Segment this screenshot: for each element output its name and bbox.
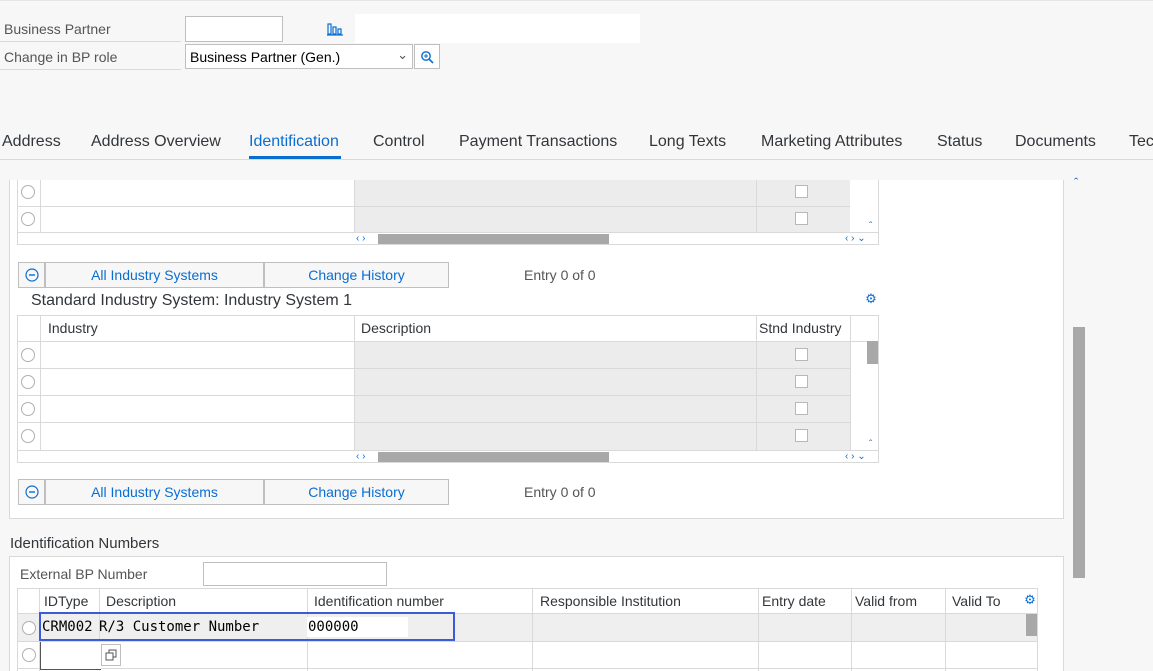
grid-grey-area [355, 342, 850, 450]
row-select-radio[interactable] [21, 429, 35, 443]
grid-row-line [18, 641, 1037, 642]
grid-row-line [18, 232, 878, 233]
grid-row-line [18, 450, 878, 451]
vertical-scrollbar-thumb[interactable] [867, 341, 878, 364]
grid-divider [40, 316, 41, 450]
grid-row-line [18, 206, 850, 207]
highlight-box [39, 612, 455, 641]
magnifier-icon [421, 50, 434, 64]
tab-technical[interactable]: Tec [1129, 133, 1153, 151]
partner-structure-icon[interactable] [325, 19, 345, 39]
tab-payment-transactions[interactable]: Payment Transactions [459, 133, 617, 151]
entry-counter: Entry 0 of 0 [524, 267, 596, 283]
vertical-scrollbar-thumb[interactable] [1026, 614, 1037, 636]
bp-number-input[interactable] [185, 16, 283, 42]
col-entry-date: Entry date [762, 593, 826, 609]
tab-address[interactable]: Address [2, 133, 61, 151]
collapse-icon [24, 485, 39, 499]
col-responsible-institution: Responsible Institution [540, 593, 681, 609]
col-valid-to: Valid To [952, 593, 1001, 609]
row-checkbox[interactable] [795, 348, 808, 361]
entry-counter-2: Entry 0 of 0 [524, 484, 596, 500]
industry-table-title: Standard Industry System: Industry Syste… [31, 292, 353, 309]
role-label: Change in BP role [4, 49, 118, 65]
grid-row-line [18, 668, 1037, 669]
external-bp-label: External BP Number [20, 566, 148, 582]
external-bp-input[interactable] [203, 562, 387, 586]
scroll-left-right-icon[interactable]: ‹ › [356, 233, 365, 244]
row-select-radio[interactable] [21, 348, 35, 362]
all-industry-systems-button-2[interactable]: All Industry Systems [45, 479, 264, 505]
scroll-left-right-icon[interactable]: ‹ › ⌄ [845, 233, 866, 244]
collapse-icon [24, 268, 39, 282]
vertical-scrollbar-thumb-main[interactable] [1073, 327, 1085, 578]
grid-divider [756, 316, 757, 450]
all-industry-systems-button[interactable]: All Industry Systems [45, 262, 264, 288]
horizontal-scrollbar-thumb[interactable] [378, 234, 609, 244]
scroll-left-right-icon[interactable]: ‹ › [356, 451, 365, 462]
scroll-left-right-icon[interactable]: ‹ › ⌄ [845, 451, 866, 462]
bp-label-row: Business Partner [0, 15, 181, 42]
tab-control[interactable]: Control [373, 133, 425, 151]
role-select-value: Business Partner (Gen.) [190, 49, 341, 65]
grid-divider [758, 589, 759, 671]
header-line [18, 341, 878, 342]
col-identification-number: Identification number [314, 593, 444, 609]
scroll-up-icon[interactable]: ˆ [869, 439, 872, 450]
tab-address-overview[interactable]: Address Overview [91, 133, 221, 151]
tab-bar: Address Address Overview Identification … [0, 120, 1153, 160]
new-idtype-input[interactable] [40, 642, 101, 670]
row-select-radio[interactable] [22, 648, 36, 662]
change-history-button[interactable]: Change History [264, 262, 449, 288]
tab-status[interactable]: Status [937, 133, 982, 151]
grid-row-line [18, 368, 850, 369]
grid-divider [532, 589, 533, 671]
row-select-radio[interactable] [21, 375, 35, 389]
change-history-button-2[interactable]: Change History [264, 479, 449, 505]
row-checkbox[interactable] [795, 185, 808, 198]
grid-divider [851, 589, 852, 671]
role-select[interactable]: Business Partner (Gen.) ⌄ [185, 44, 413, 69]
horizontal-scrollbar-thumb[interactable] [378, 452, 609, 462]
grid-row-line [18, 395, 850, 396]
row-select-radio[interactable] [22, 621, 36, 635]
grid-divider [945, 589, 946, 671]
value-help-icon[interactable] [101, 644, 121, 666]
row-select-radio[interactable] [21, 212, 35, 226]
grid-divider [850, 316, 851, 450]
row-checkbox[interactable] [795, 375, 808, 388]
collapse-button[interactable] [18, 262, 45, 288]
role-search-button[interactable] [414, 44, 440, 69]
grid-row-line [18, 422, 850, 423]
tab-documents[interactable]: Documents [1015, 133, 1096, 151]
id-numbers-title: Identification Numbers [10, 535, 160, 552]
scroll-up-icon[interactable]: ˆ [869, 221, 872, 232]
col-description: Description [106, 593, 177, 609]
col-industry: Industry [48, 320, 98, 336]
role-label-row: Change in BP role [0, 43, 181, 70]
row-checkbox[interactable] [795, 429, 808, 442]
tab-long-texts[interactable]: Long Texts [649, 133, 726, 151]
tab-marketing-attributes[interactable]: Marketing Attributes [761, 133, 902, 151]
bp-description-field [355, 14, 640, 43]
row-checkbox[interactable] [795, 402, 808, 415]
tab-identification[interactable]: Identification [249, 133, 339, 151]
collapse-button[interactable] [18, 479, 45, 505]
row-select-radio[interactable] [21, 185, 35, 199]
active-tab-indicator [249, 156, 341, 159]
settings-gear-icon[interactable]: ⚙ [1022, 592, 1038, 608]
col-stnd-industry: Stnd Industry [759, 320, 842, 336]
settings-gear-icon[interactable]: ⚙ [863, 291, 879, 307]
grid-divider [354, 316, 355, 450]
row-checkbox[interactable] [795, 212, 808, 225]
chevron-down-icon: ⌄ [397, 47, 408, 62]
row-select-radio[interactable] [21, 402, 35, 416]
bp-label: Business Partner [4, 21, 111, 37]
col-idtype: IDType [44, 593, 89, 609]
col-description: Description [361, 320, 432, 336]
col-valid-from: Valid from [855, 593, 917, 609]
